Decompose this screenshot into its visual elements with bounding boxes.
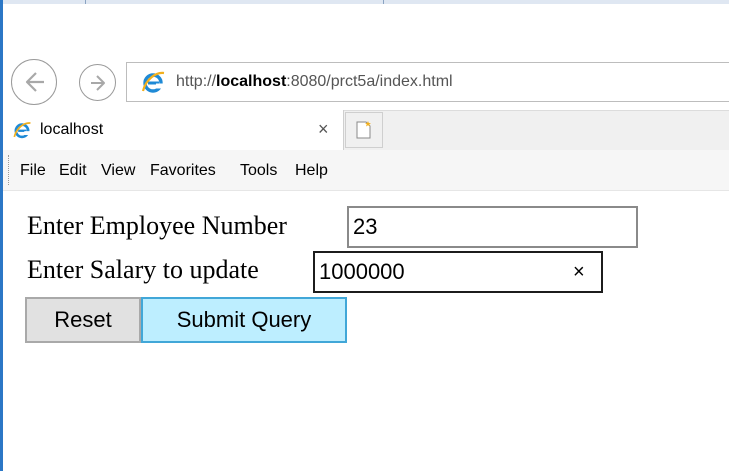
url-suffix: :8080/prct5a/index.html	[286, 73, 453, 90]
employee-number-input[interactable]	[347, 206, 638, 248]
employee-number-label: Enter Employee Number	[27, 211, 287, 240]
submit-query-button[interactable]: Submit Query	[141, 297, 347, 343]
menu-grip	[8, 155, 9, 185]
taskbar-strip	[3, 0, 729, 4]
ie-logo-icon	[140, 69, 166, 95]
new-tab-icon	[356, 121, 371, 139]
menu-favorites[interactable]: Favorites	[150, 160, 216, 182]
menu-tools[interactable]: Tools	[240, 160, 277, 182]
reset-button[interactable]: Reset	[25, 297, 141, 343]
tab-ie-logo-icon	[12, 120, 32, 140]
strip-divider	[383, 0, 384, 4]
window-frame-left	[0, 0, 3, 471]
tab-title: localhost	[40, 121, 104, 138]
url-host: localhost	[216, 73, 287, 90]
salary-input[interactable]	[313, 251, 603, 293]
menu-help[interactable]: Help	[295, 160, 328, 182]
salary-label: Enter Salary to update	[27, 255, 259, 284]
url-prefix: http://	[176, 73, 217, 90]
forward-arrow-icon	[90, 74, 105, 91]
menu-view[interactable]: View	[101, 160, 135, 182]
back-button[interactable]	[11, 59, 57, 105]
menu-file[interactable]: File	[20, 160, 46, 182]
back-arrow-icon	[25, 72, 44, 92]
strip-divider	[85, 0, 86, 4]
forward-button[interactable]	[79, 64, 116, 101]
address-url[interactable]: http://localhost:8080/prct5a/index.html	[176, 70, 453, 94]
new-tab-button[interactable]	[345, 112, 383, 148]
clear-field-icon[interactable]: ×	[573, 258, 585, 286]
menu-edit[interactable]: Edit	[59, 160, 87, 182]
tab-close-icon[interactable]: ×	[318, 118, 329, 140]
